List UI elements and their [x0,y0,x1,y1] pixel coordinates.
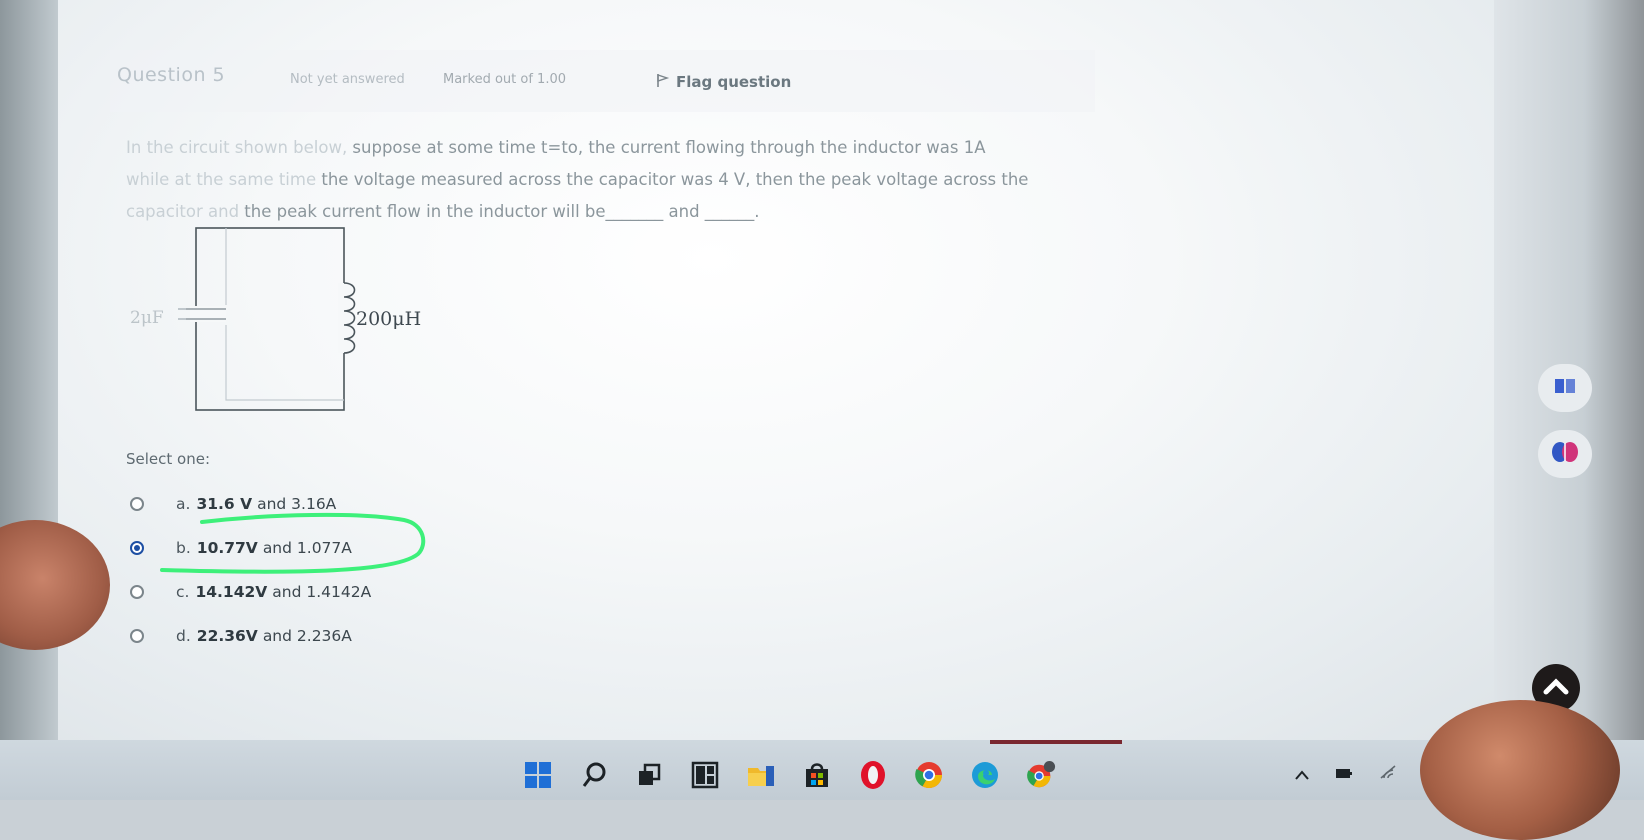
radio-option-a[interactable] [130,497,144,511]
taskbar-active-indicator [990,740,1122,744]
widgets-icon[interactable] [690,760,720,790]
question-text-part: suppose at some time t=to, the current f… [347,138,986,157]
opera-icon[interactable] [858,760,888,790]
chrome-alt-icon[interactable] [1026,760,1056,790]
book-icon [1554,377,1576,399]
task-view-icon[interactable] [634,760,664,790]
chevron-up-icon [1542,676,1570,700]
radio-option-c[interactable] [130,585,144,599]
finger-right [1420,700,1620,840]
question-status: Not yet answered [290,72,405,87]
battery-icon[interactable] [1335,765,1353,784]
chrome-icon[interactable] [914,760,944,790]
option-current: and 2.236A [262,627,352,645]
brain-extension-button[interactable] [1538,430,1592,478]
lc-circuit-diagram: 2μF 200μH [120,225,450,424]
answer-option-c[interactable]: c. 14.142V and 1.4142A [130,583,371,601]
question-info-band [110,50,1095,112]
question-text: In the circuit shown below, suppose at s… [126,132,1056,228]
question-number: Question 5 [117,64,226,86]
capacitor-label: 2μF [130,308,164,328]
flag-question-label: Flag question [676,73,792,91]
flag-icon [656,72,670,92]
reader-button[interactable] [1538,364,1592,412]
wifi-icon[interactable] [1379,764,1397,784]
question-text-part: In the circuit shown below, [126,138,348,157]
radio-option-b[interactable] [130,541,144,555]
screen-bezel-left [0,0,60,800]
option-voltage: 14.142V [195,583,268,601]
question-text-part: capacitor and [126,202,240,221]
question-text-part: while at the same time [126,170,317,189]
question-text-part: the peak current flow in the inductor wi… [239,202,760,221]
search-icon[interactable] [580,760,610,790]
option-current: and 1.4142A [272,583,372,601]
file-explorer-icon[interactable] [746,760,776,790]
store-icon[interactable] [802,760,832,790]
question-marks: Marked out of 1.00 [443,72,567,87]
option-letter: d. [176,627,191,645]
windows-start-icon[interactable] [523,760,553,790]
radio-option-d[interactable] [130,629,144,643]
option-voltage: 22.36V [196,627,258,645]
flag-question-link[interactable]: Flag question [656,72,791,92]
edge-icon[interactable] [970,760,1000,790]
question-text-part: the voltage measured across the capacito… [316,170,1029,189]
answer-option-d[interactable]: d. 22.36V and 2.236A [130,627,352,645]
inductor-label: 200μH [356,308,421,330]
green-marker-highlight [160,510,430,584]
option-letter: c. [176,583,190,601]
brain-icon [1551,440,1579,468]
select-one-label: Select one: [126,450,211,468]
system-tray [1295,764,1397,784]
chevron-up-icon[interactable] [1295,765,1309,784]
